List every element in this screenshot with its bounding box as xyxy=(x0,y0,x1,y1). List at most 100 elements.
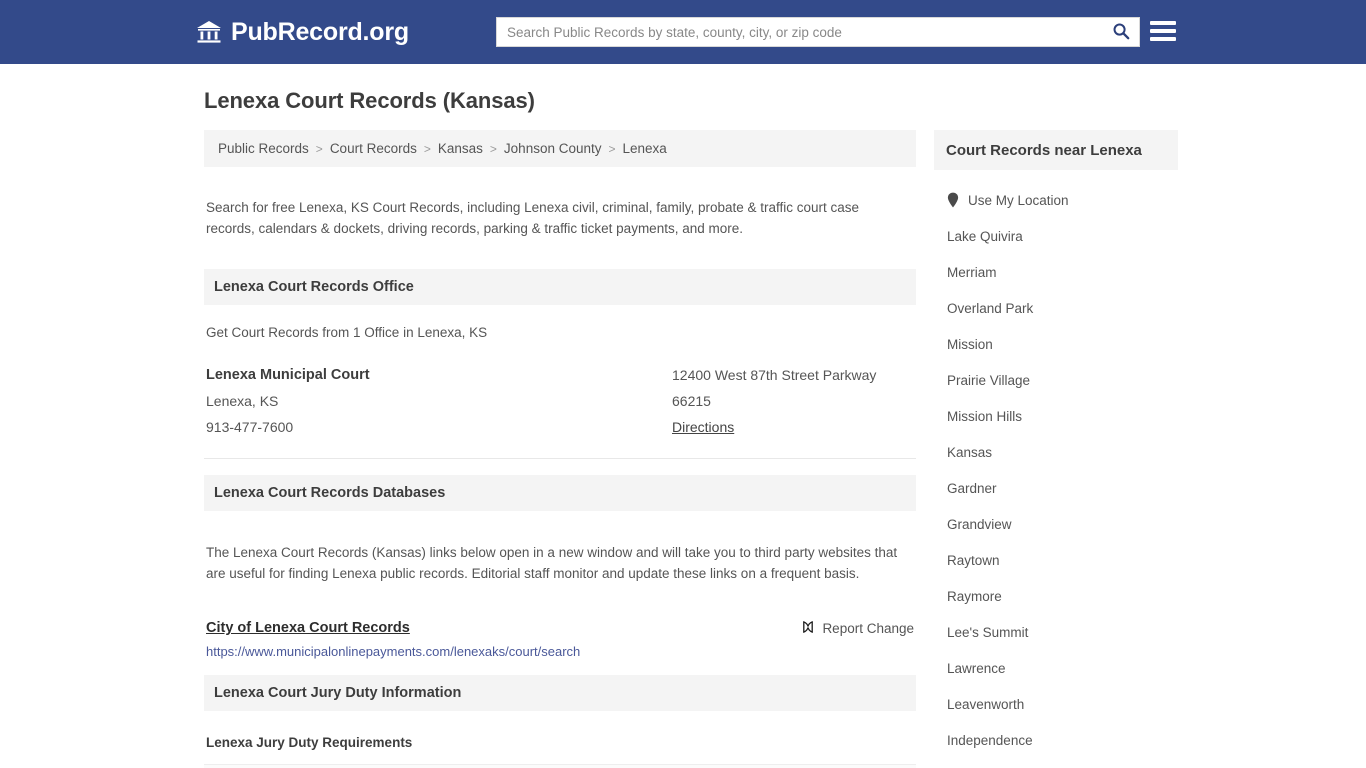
sidebar-item-raytown[interactable]: Raytown xyxy=(934,542,1178,578)
breadcrumb-item-johnson-county[interactable]: Johnson County xyxy=(500,141,606,156)
office-name: Lenexa Municipal Court xyxy=(206,366,370,383)
sidebar-item-label: Raytown xyxy=(947,552,1000,568)
site-logo-link[interactable]: PubRecord.org xyxy=(196,17,409,46)
sidebar-item-label: Overland Park xyxy=(947,300,1034,316)
sidebar-item-lawrence[interactable]: Lawrence xyxy=(934,650,1178,686)
report-change-button[interactable]: Report Change xyxy=(801,620,914,637)
sidebar-item-overland-park[interactable]: Overland Park xyxy=(934,290,1178,326)
office-zip: 66215 xyxy=(672,392,711,409)
sidebar: Court Records near Lenexa Use My Locatio… xyxy=(934,130,1178,768)
sidebar-item-lees-summit[interactable]: Lee's Summit xyxy=(934,614,1178,650)
sidebar-item-label: Merriam xyxy=(947,264,997,280)
sidebar-item-label: Mission xyxy=(947,336,993,352)
breadcrumb-item-court-records[interactable]: Court Records xyxy=(326,141,421,156)
section-header-court-records-office: Lenexa Court Records Office xyxy=(204,268,916,305)
sidebar-item-leavenworth[interactable]: Leavenworth xyxy=(934,686,1178,722)
directions-link[interactable]: Directions xyxy=(672,414,734,440)
list-item: Lee's Summit xyxy=(934,614,1178,650)
sidebar-list: Use My Location Lake Quivira Merriam Ove… xyxy=(934,170,1178,768)
sidebar-item-prairie-village[interactable]: Prairie Village xyxy=(934,362,1178,398)
sidebar-item-grandview[interactable]: Grandview xyxy=(934,506,1178,542)
search-input[interactable] xyxy=(497,18,1103,46)
sidebar-item-label: Gardner xyxy=(947,480,997,496)
bank-building-icon xyxy=(196,20,222,44)
list-item: Raymore xyxy=(934,578,1178,614)
search-bar xyxy=(496,17,1140,47)
hamburger-menu-icon xyxy=(1150,37,1176,41)
office-divider xyxy=(204,457,916,459)
sidebar-item-liberty[interactable]: Liberty xyxy=(934,758,1178,768)
sidebar-item-label: Use My Location xyxy=(968,192,1069,208)
breadcrumb-separator: > xyxy=(315,141,323,156)
breadcrumb-separator: > xyxy=(608,141,616,156)
breadcrumb-item-kansas[interactable]: Kansas xyxy=(434,141,487,156)
sidebar-item-lake-quivira[interactable]: Lake Quivira xyxy=(934,218,1178,254)
report-change-label: Report Change xyxy=(822,620,914,636)
office-card-left: Lenexa Municipal Court Lenexa, KS 913-47… xyxy=(206,362,672,440)
sidebar-item-mission-hills[interactable]: Mission Hills xyxy=(934,398,1178,434)
sidebar-item-gardner[interactable]: Gardner xyxy=(934,470,1178,506)
breadcrumb-separator: > xyxy=(489,141,497,156)
jury-requirements-table: Convicted Felons Disqualified Yes Englis… xyxy=(204,763,916,768)
office-city-state: Lenexa, KS xyxy=(206,392,279,409)
sidebar-item-label: Lawrence xyxy=(947,660,1006,676)
site-header: PubRecord.org xyxy=(0,0,1366,64)
sidebar-item-label: Grandview xyxy=(947,516,1012,532)
breadcrumb: Public Records > Court Records > Kansas … xyxy=(204,130,916,167)
list-item: Leavenworth xyxy=(934,686,1178,722)
sidebar-item-label: Independence xyxy=(947,732,1033,748)
page-body: Lenexa Court Records (Kansas) Public Rec… xyxy=(0,64,1366,768)
search-button[interactable] xyxy=(1103,18,1139,46)
sidebar-heading: Court Records near Lenexa xyxy=(934,130,1178,170)
database-link-title[interactable]: City of Lenexa Court Records xyxy=(206,620,410,636)
jury-requirements-subheading: Lenexa Jury Duty Requirements xyxy=(206,734,413,750)
sidebar-item-independence[interactable]: Independence xyxy=(934,722,1178,758)
office-phone: 913-477-7600 xyxy=(206,418,294,435)
office-card: Lenexa Municipal Court Lenexa, KS 913-47… xyxy=(204,340,916,440)
sidebar-item-raymore[interactable]: Raymore xyxy=(934,578,1178,614)
table-cell-value: Yes xyxy=(476,763,916,768)
list-item: Lake Quivira xyxy=(934,218,1178,254)
sidebar-item-label: Kansas xyxy=(947,444,993,460)
sidebar-item-label: Mission Hills xyxy=(947,408,1023,424)
list-item: Independence xyxy=(934,722,1178,758)
list-item: Lawrence xyxy=(934,650,1178,686)
list-item: Use My Location xyxy=(934,182,1178,218)
list-item: Gardner xyxy=(934,470,1178,506)
database-url[interactable]: https://www.municipalonlinepayments.com/… xyxy=(204,637,916,659)
database-entry: City of Lenexa Court Records Report Chan… xyxy=(204,598,916,637)
main-content: Public Records > Court Records > Kansas … xyxy=(204,130,916,768)
list-item: Raytown xyxy=(934,542,1178,578)
hamburger-menu-icon xyxy=(1150,21,1176,25)
list-item: Kansas xyxy=(934,434,1178,470)
page-intro-text: Search for free Lenexa, KS Court Records… xyxy=(206,199,860,236)
sidebar-item-label: Raymore xyxy=(947,588,1002,604)
list-item: Mission xyxy=(934,326,1178,362)
table-row: Convicted Felons Disqualified Yes xyxy=(204,763,916,768)
breadcrumb-separator: > xyxy=(423,141,431,156)
sidebar-item-label: Lake Quivira xyxy=(947,228,1023,244)
breadcrumb-item-lenexa: Lenexa xyxy=(622,141,667,156)
sidebar-item-label: Leavenworth xyxy=(947,696,1025,712)
list-item: Mission Hills xyxy=(934,398,1178,434)
hamburger-menu-button[interactable] xyxy=(1150,18,1176,44)
list-item: Overland Park xyxy=(934,290,1178,326)
sidebar-item-merriam[interactable]: Merriam xyxy=(934,254,1178,290)
sidebar-item-kansas[interactable]: Kansas xyxy=(934,434,1178,470)
site-logo-text: PubRecord.org xyxy=(231,17,409,46)
section-header-court-records-databases: Lenexa Court Records Databases xyxy=(204,474,916,511)
office-card-right: 12400 West 87th Street Parkway 66215 Dir… xyxy=(672,362,914,440)
sidebar-item-label: Lee's Summit xyxy=(947,624,1029,640)
databases-description: The Lenexa Court Records (Kansas) links … xyxy=(206,545,898,581)
list-item: Merriam xyxy=(934,254,1178,290)
hamburger-menu-icon xyxy=(1150,29,1176,33)
office-count-text: Get Court Records from 1 Office in Lenex… xyxy=(206,324,488,340)
sidebar-item-mission[interactable]: Mission xyxy=(934,326,1178,362)
sidebar-item-label: Prairie Village xyxy=(947,372,1031,388)
section-header-jury-duty: Lenexa Court Jury Duty Information xyxy=(204,674,916,711)
breadcrumb-item-public-records[interactable]: Public Records xyxy=(214,141,313,156)
broken-link-icon xyxy=(801,620,815,637)
search-icon xyxy=(1112,22,1130,43)
list-item: Prairie Village xyxy=(934,362,1178,398)
sidebar-item-use-my-location[interactable]: Use My Location xyxy=(934,182,1178,218)
